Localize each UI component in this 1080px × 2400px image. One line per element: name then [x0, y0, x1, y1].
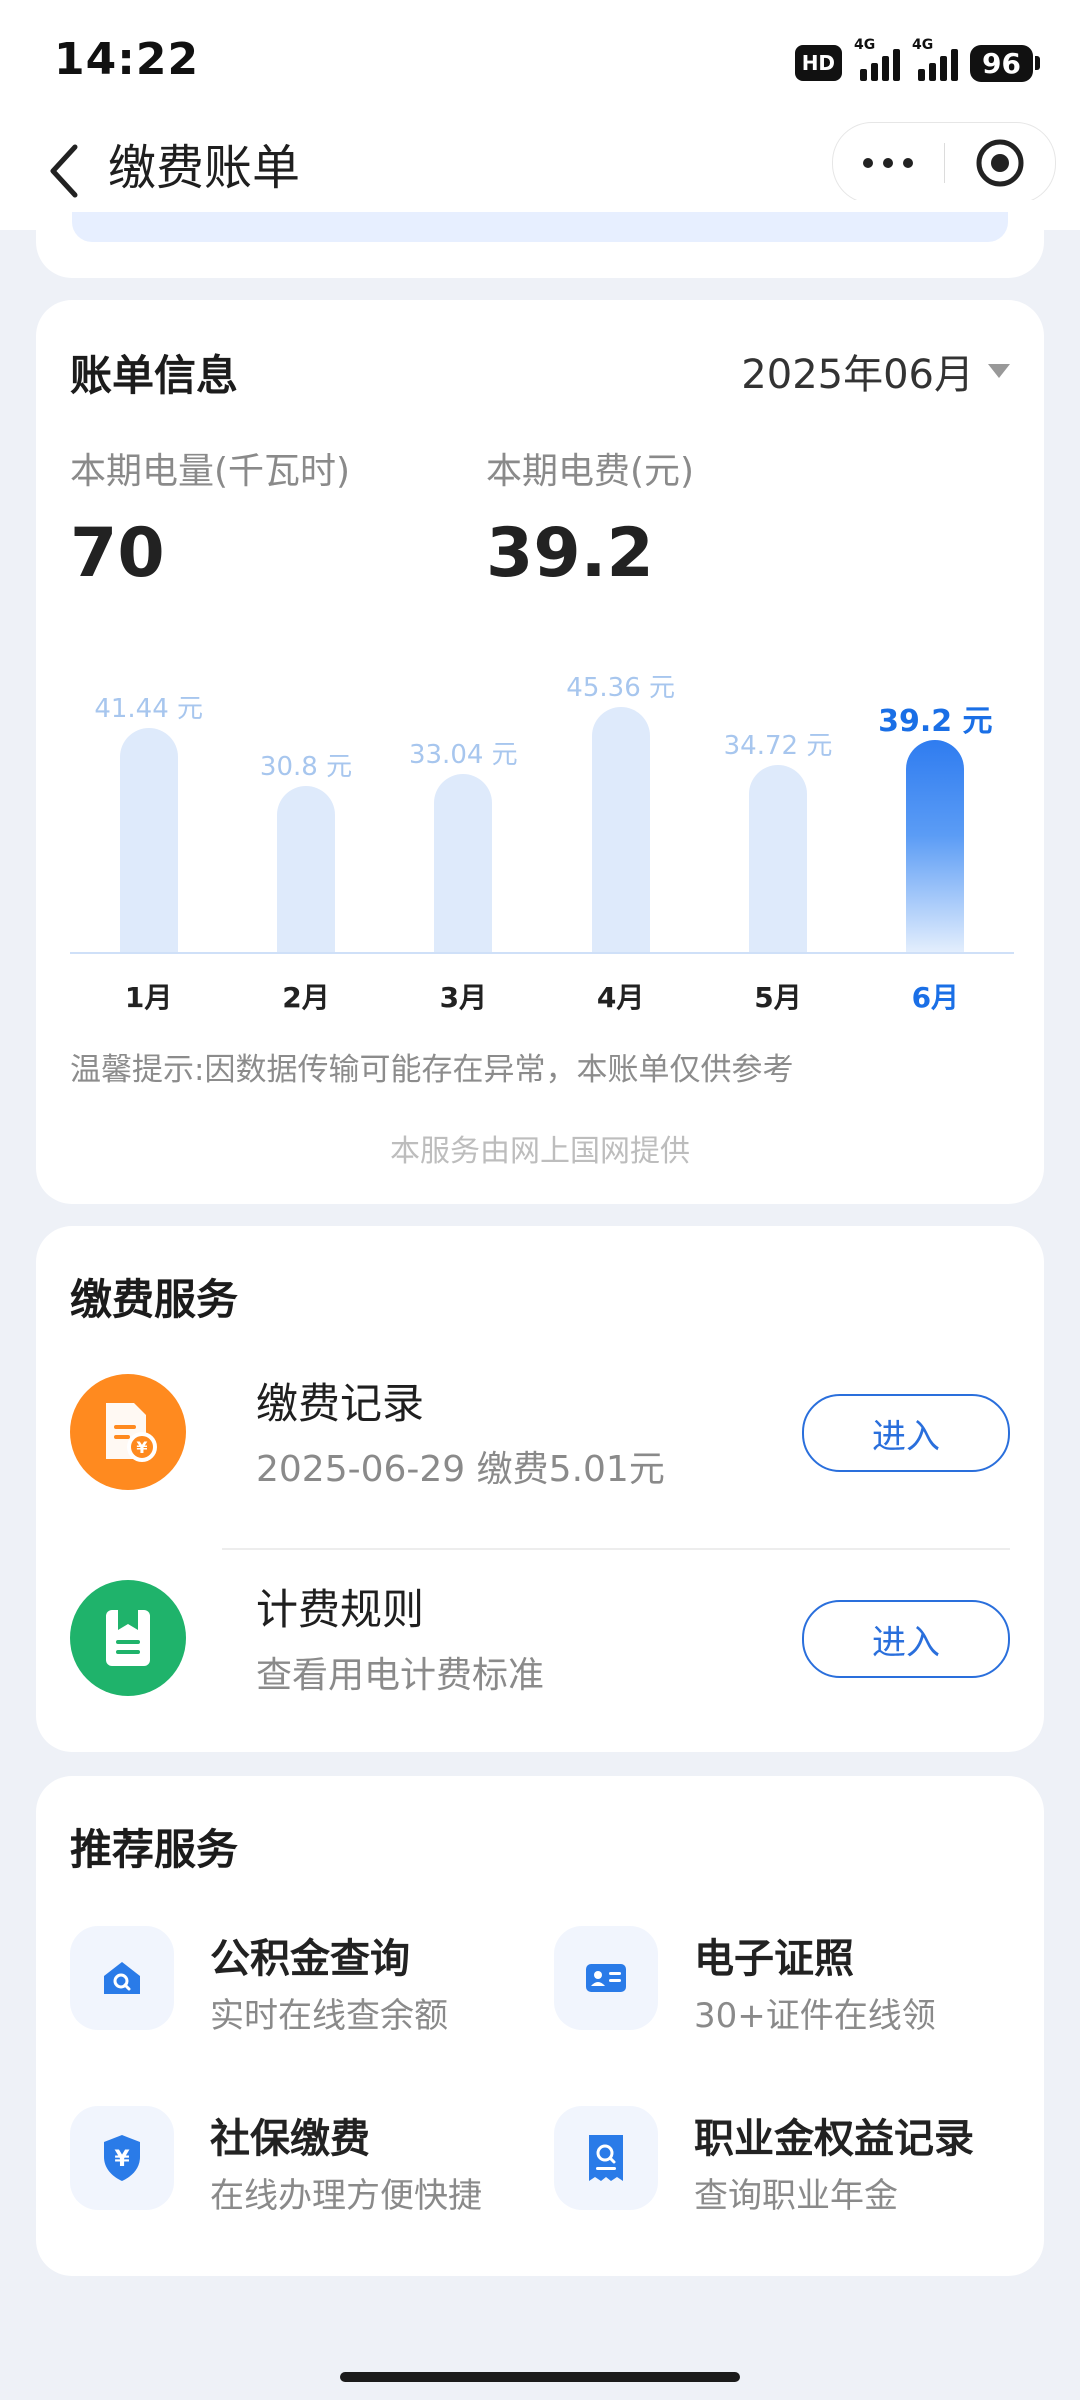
payment-record-enter-button[interactable]: 进入 — [802, 1394, 1010, 1472]
usage-label: 本期电量(千瓦时) — [70, 451, 351, 492]
battery-icon: 96 — [970, 44, 1040, 82]
close-miniapp-icon[interactable] — [945, 137, 1056, 189]
bill-info-card: 账单信息 2025年06月 本期电量(千瓦时) 70 本期电费(元) 39.2 … — [36, 300, 1044, 1204]
chart-bar — [119, 728, 178, 952]
chart-value-label: 45.36 元 — [566, 673, 675, 704]
chevron-left-icon — [50, 144, 78, 198]
billing-rules-desc: 查看用电计费标准 — [256, 1655, 545, 1696]
annuity-desc: 查询职业年金 — [694, 2176, 898, 2216]
payment-record-desc: 2025-06-29 缴费5.01元 — [256, 1449, 665, 1490]
chart-x-label: 2月 — [282, 981, 330, 1014]
chart-x-label: 5月 — [754, 981, 802, 1014]
chart-bar — [434, 773, 493, 952]
e-license-desc: 30+证件在线领 — [694, 1996, 936, 2036]
svg-text:¥: ¥ — [114, 2147, 130, 2172]
housing-fund-name: 公积金查询 — [210, 1936, 410, 1982]
home-indicator[interactable] — [340, 2372, 740, 2382]
miniapp-capsule — [832, 122, 1056, 204]
chart-x-label: 6月 — [911, 981, 960, 1014]
bill-receipt-icon: ¥ — [70, 1374, 186, 1490]
payment-services-card: 缴费服务 ¥ 缴费记录 2025-06-29 缴费5.01元 进入 计费规则 查… — [36, 1226, 1044, 1752]
battery-level: 96 — [970, 44, 1033, 82]
chart-x-label: 1月 — [124, 981, 173, 1014]
chart-bar — [749, 764, 807, 952]
chart-value-label: 34.72 元 — [723, 730, 833, 761]
fee-value: 39.2 — [486, 514, 654, 593]
bill-info-title: 账单信息 — [70, 351, 239, 400]
chart-x-label: 3月 — [439, 981, 488, 1014]
chart-bar — [277, 785, 335, 952]
fee-metric: 本期电费(元) 39.2 — [486, 442, 694, 593]
payment-services-title: 缴费服务 — [70, 1275, 239, 1324]
provider-note: 本服务由网上国网提供 — [390, 1134, 690, 1169]
annuity-name: 职业金权益记录 — [694, 2116, 974, 2162]
billing-rules-name: 计费规则 — [256, 1585, 425, 1634]
fee-label: 本期电费(元) — [486, 451, 695, 492]
occupational-annuity-record[interactable]: 职业金权益记录 查询职业年金 — [554, 2106, 1014, 2246]
page-title: 缴费账单 — [108, 140, 301, 196]
row-divider — [222, 1548, 1010, 1550]
monthly-fee-chart: 41.44 元 1月 30.8 元 2月 33.04 元 3月 45.36 元 4月 34.72… — [70, 640, 1014, 1020]
billing-rules-enter-button[interactable]: 进入 — [802, 1600, 1010, 1678]
payment-record-name: 缴费记录 — [256, 1379, 425, 1428]
chart-value-label: 30.8 元 — [259, 751, 353, 782]
payment-record-row: ¥ 缴费记录 2025-06-29 缴费5.01元 进入 — [70, 1346, 1010, 1496]
recommended-services-card: 推荐服务 公积金查询 实时在线查余额 电子证照 30+证件在线领 ¥ 社保缴费 … — [36, 1776, 1044, 2276]
social-security-name: 社保缴费 — [210, 2116, 370, 2162]
network-type-label-2: 4G — [912, 37, 934, 53]
more-options-icon[interactable] — [833, 158, 944, 168]
e-license[interactable]: 电子证照 30+证件在线领 — [554, 1926, 1014, 2066]
recommended-services-title: 推荐服务 — [70, 1825, 239, 1874]
network-type-label: 4G — [854, 37, 876, 53]
caret-down-icon — [988, 364, 1010, 378]
house-search-icon — [70, 1926, 174, 2030]
bill-tip: 温馨提示:因数据传输可能存在异常，本账单仅供参考 — [70, 1052, 794, 1088]
signal-icon: 4G — [854, 37, 901, 81]
chart-bar — [591, 707, 650, 952]
status-time: 14:22 — [54, 34, 200, 85]
chart-baseline — [70, 952, 1014, 954]
chart-bar — [906, 740, 965, 952]
receipt-search-icon — [554, 2106, 658, 2210]
shield-yuan-icon: ¥ — [70, 2106, 174, 2210]
rule-document-icon — [70, 1580, 186, 1696]
month-selector[interactable]: 2025年06月 — [741, 342, 1010, 400]
hd-badge: HD — [794, 45, 843, 81]
usage-metric: 本期电量(千瓦时) 70 — [70, 442, 350, 593]
signal-icon-2: 4G — [912, 37, 959, 81]
month-selector-label: 2025年06月 — [741, 352, 974, 398]
usage-value: 70 — [70, 514, 165, 593]
chart-x-label: 4月 — [596, 981, 645, 1014]
social-security-desc: 在线办理方便快捷 — [210, 2176, 482, 2216]
chart-value-label: 41.44 元 — [94, 694, 204, 725]
billing-rules-row: 计费规则 查看用电计费标准 进入 — [70, 1552, 1010, 1702]
previous-card — [36, 200, 1044, 278]
chart-value-label: 33.04 元 — [408, 739, 518, 770]
id-card-icon — [554, 1926, 658, 2030]
svg-text:¥: ¥ — [136, 1438, 147, 1457]
housing-fund-desc: 实时在线查余额 — [210, 1996, 448, 2036]
back-button[interactable] — [30, 136, 100, 206]
e-license-name: 电子证照 — [694, 1936, 854, 1982]
status-bar: 14:22 HD 4G 4G 96 — [0, 0, 1080, 118]
system-icons: HD 4G 4G 96 — [794, 37, 1040, 88]
housing-fund-query[interactable]: 公积金查询 实时在线查余额 — [70, 1926, 530, 2066]
chart-value-label: 39.2 元 — [878, 704, 993, 740]
social-security-payment[interactable]: ¥ 社保缴费 在线办理方便快捷 — [70, 2106, 530, 2246]
